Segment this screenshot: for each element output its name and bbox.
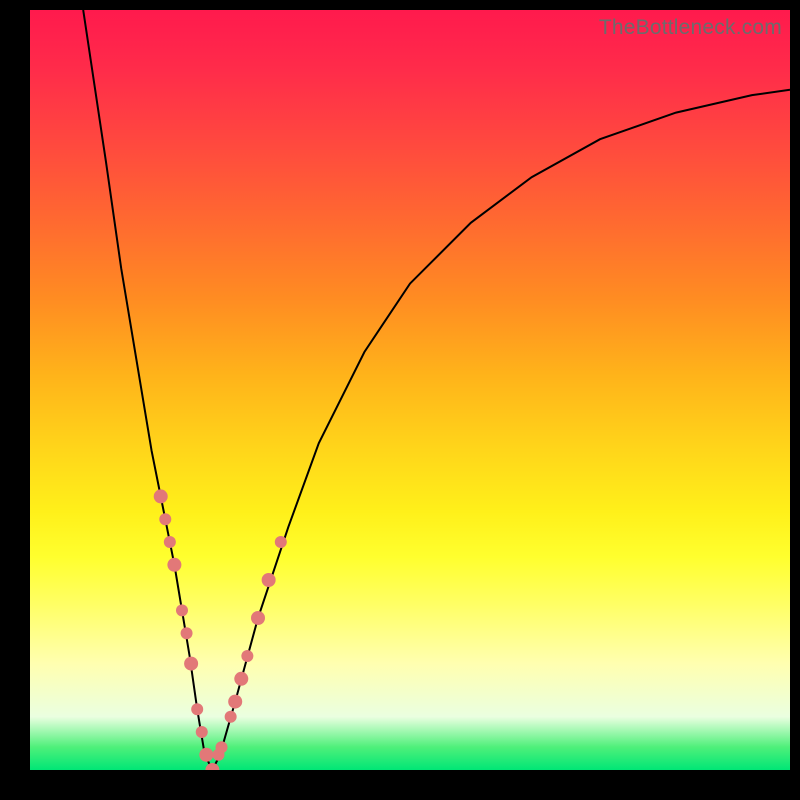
curve-marker xyxy=(216,741,228,753)
curve-marker xyxy=(241,650,253,662)
curve-marker xyxy=(251,611,265,625)
curve-marker xyxy=(228,695,242,709)
curve-marker xyxy=(181,627,193,639)
curve-marker xyxy=(275,536,287,548)
curve-marker xyxy=(205,763,219,770)
curve-marker xyxy=(167,558,181,572)
curve-marker xyxy=(191,703,203,715)
curve-marker xyxy=(225,711,237,723)
bottleneck-curve-svg xyxy=(30,10,790,770)
chart-frame: TheBottleneck.com xyxy=(0,0,800,800)
curve-marker xyxy=(262,573,276,587)
curve-marker xyxy=(154,489,168,503)
curve-marker xyxy=(234,672,248,686)
curve-marker xyxy=(176,604,188,616)
curve-marker xyxy=(159,513,171,525)
curve-marker xyxy=(164,536,176,548)
curve-marker xyxy=(199,748,213,762)
plot-area: TheBottleneck.com xyxy=(30,10,790,770)
bottleneck-curve xyxy=(83,10,790,770)
curve-markers xyxy=(154,489,287,770)
curve-marker xyxy=(196,726,208,738)
curve-marker xyxy=(184,657,198,671)
